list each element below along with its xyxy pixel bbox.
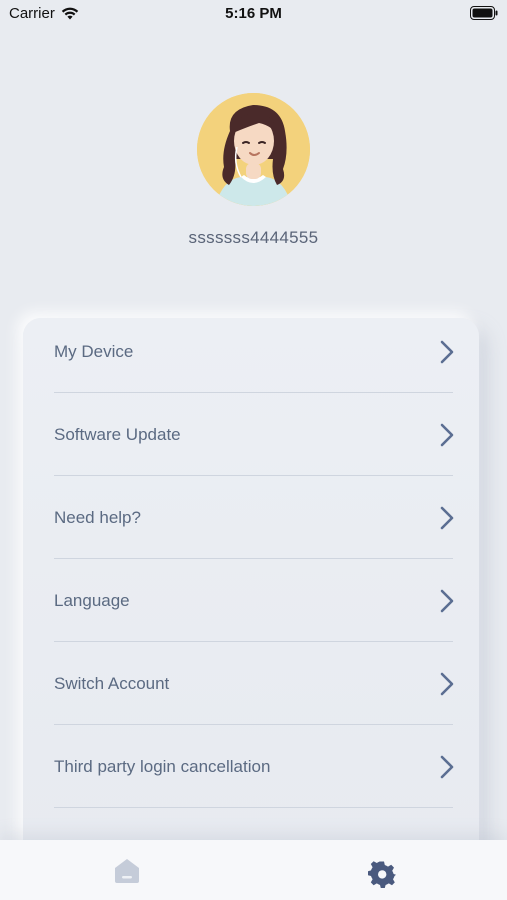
divider [54,558,453,559]
divider [54,641,453,642]
avatar-illustration [197,93,310,206]
menu-item-label: Software Update [54,425,181,444]
avatar[interactable] [197,93,310,206]
menu-item-label: Language [54,591,130,610]
chevron-right-icon [440,423,454,447]
menu-item-label: Need help? [54,508,141,527]
menu-item-label: Third party login cancellation [54,757,271,776]
divider [54,475,453,476]
menu-item-third-party-login-cancellation[interactable]: Third party login cancellation [23,733,479,816]
menu-item-software-update[interactable]: Software Update [23,401,479,484]
divider [54,807,453,808]
chevron-right-icon [440,672,454,696]
gear-icon[interactable] [368,860,396,888]
divider [54,724,453,725]
menu-item-switch-account[interactable]: Switch Account [23,650,479,733]
menu-item-language[interactable]: Language [23,567,479,650]
chevron-right-icon [440,506,454,530]
status-bar: Carrier 5:16 PM [0,0,507,30]
battery-icon [470,6,498,20]
chevron-right-icon [440,340,454,364]
tab-bar [0,840,507,900]
chevron-right-icon [440,589,454,613]
menu-item-my-device[interactable]: My Device [23,318,479,401]
divider [54,392,453,393]
menu-item-label: My Device [54,342,134,361]
settings-menu-card: My Device Software Update Need help? Lan… [23,318,479,878]
menu-item-label: Switch Account [54,674,170,693]
menu-item-need-help[interactable]: Need help? [23,484,479,567]
clock-time: 5:16 PM [225,5,282,22]
home-icon[interactable] [112,856,142,884]
chevron-right-icon [440,755,454,779]
username-label: sssssss4444555 [188,228,319,247]
